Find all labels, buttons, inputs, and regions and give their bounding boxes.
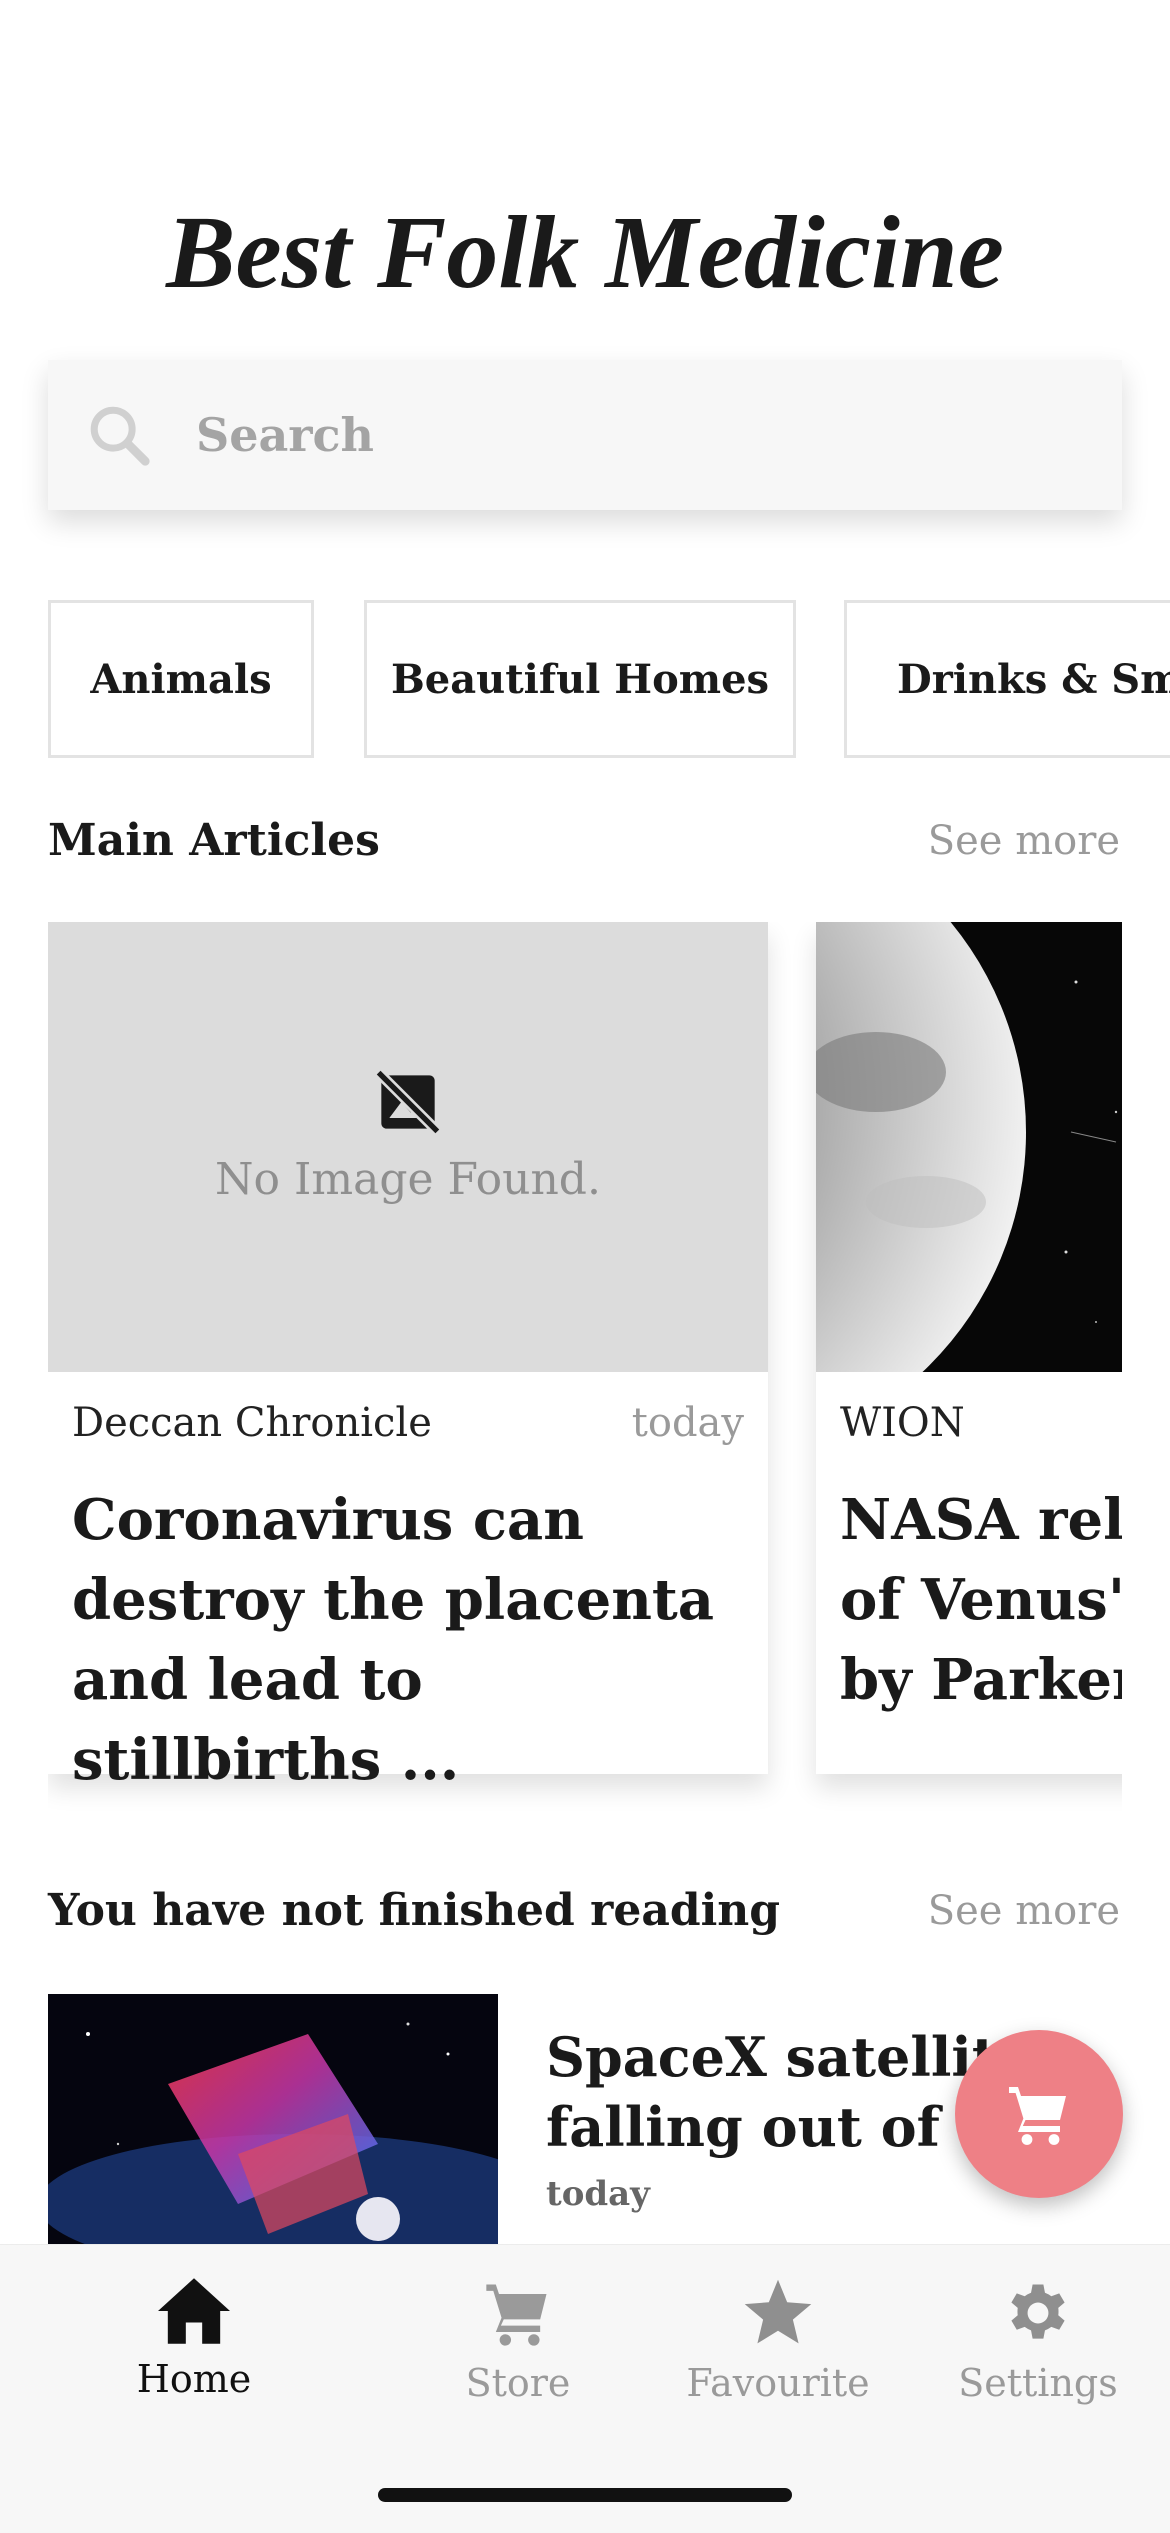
main-articles-heading: Main Articles: [48, 815, 380, 866]
unfinished-article-date: today: [546, 2174, 650, 2214]
nav-item-home[interactable]: Home: [64, 2275, 324, 2401]
unfinished-reading-heading: You have not finished reading: [48, 1885, 781, 1936]
category-chip[interactable]: Beautiful Homes: [364, 600, 796, 758]
article-headline: NASA relea of Venus's by Parker: [840, 1487, 1122, 1713]
nav-item-store[interactable]: Store: [388, 2275, 648, 2405]
article-image-placeholder: No Image Found.: [48, 922, 768, 1372]
main-articles-see-more-link[interactable]: See more: [928, 818, 1120, 864]
cart-icon: [486, 2284, 547, 2346]
category-chip[interactable]: Animals: [48, 600, 314, 758]
article-source: Deccan Chronicle: [72, 1400, 432, 1446]
satellite-image: [48, 1994, 498, 2244]
cart-fab-button[interactable]: [955, 2030, 1123, 2198]
app-title: Best Folk Medicine: [166, 195, 1004, 310]
article-thumbnail: [48, 1994, 498, 2244]
gear-icon: [1011, 2284, 1065, 2339]
article-card[interactable]: WION NASA relea of Venus's by Parker: [816, 922, 1122, 1774]
search-input[interactable]: [194, 407, 1078, 463]
home-icon: [158, 2278, 230, 2344]
image-off-icon: [374, 1068, 442, 1136]
nav-item-settings[interactable]: Settings: [908, 2275, 1168, 2405]
unfinished-see-more-link[interactable]: See more: [928, 1888, 1120, 1934]
star-icon: [744, 2279, 812, 2344]
no-image-text: No Image Found.: [215, 1154, 601, 1205]
article-headline: Coronavirus can destroy the placenta and…: [72, 1487, 715, 1793]
article-image: [816, 922, 1122, 1372]
article-card[interactable]: No Image Found. Deccan Chronicle today C…: [48, 922, 768, 1793]
category-chips: Animals Beautiful Homes Drinks & Smo: [48, 600, 1170, 762]
cart-icon: [1009, 2087, 1066, 2145]
search-bar[interactable]: [48, 360, 1122, 510]
article-source: WION: [840, 1400, 965, 1446]
nav-item-favourite[interactable]: Favourite: [648, 2275, 908, 2405]
main-articles-carousel[interactable]: No Image Found. Deccan Chronicle today C…: [48, 922, 1122, 1822]
venus-planet-image: [816, 922, 1122, 1372]
article-date: today: [631, 1400, 744, 1446]
search-icon: [90, 406, 150, 466]
home-indicator: [378, 2488, 792, 2502]
category-chip[interactable]: Drinks & Smo: [844, 600, 1170, 758]
